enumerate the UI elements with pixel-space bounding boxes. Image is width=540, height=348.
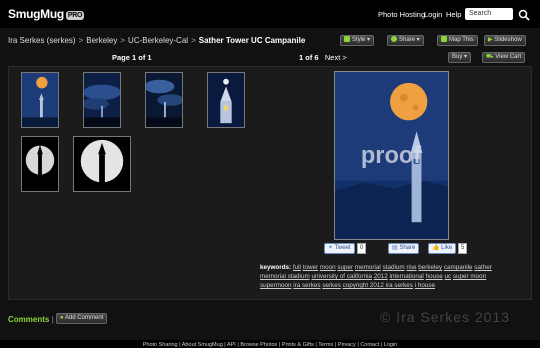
like-button[interactable]: 👍 Like [428,243,457,254]
slideshow-button[interactable]: ▶ Slideshow [484,35,526,46]
share-social-icon: ▤ [392,245,398,251]
next-link[interactable]: Next > [325,53,347,62]
buy-label: Buy [452,54,463,60]
thumbnail-moon-tower-1[interactable] [21,72,59,128]
breadcrumb-current: Sather Tower UC Campanile [198,36,306,45]
thumbnail-silhouette-moon-1[interactable] [21,136,59,192]
breadcrumb-sep: > [191,36,196,45]
help-link[interactable]: Help [446,10,461,19]
footer-link[interactable]: About SmugMug [182,342,223,348]
map-label: Map This [449,37,474,43]
search-input[interactable]: Search [465,8,513,20]
image-position: 1 of 6 Next > [299,53,347,62]
comments-divider: | [51,315,54,324]
keyword[interactable]: campanile [444,264,473,271]
like-label: Like [441,245,453,251]
main-photo[interactable]: proof [334,71,449,240]
breadcrumb-user[interactable]: Ira Serkes (serkes) [8,36,76,45]
footer-link[interactable]: Photo Sharing [143,342,178,348]
pin-icon [441,36,447,42]
cart-icon: ⛟ [486,54,494,60]
view-cart-label: View Cart [495,54,522,60]
breadcrumb-uc-berkeley[interactable]: UC-Berkeley-Cal [128,36,188,45]
thumbnail-tower-lit[interactable] [207,72,245,128]
keyword[interactable]: super [337,264,353,271]
footer-link[interactable]: Contact [360,342,379,348]
keyword[interactable]: i house [415,282,435,289]
comments-label: Comments [8,315,50,324]
logo-text: SmugMug [8,7,64,21]
keyword[interactable]: full [293,264,301,271]
share-icon [391,36,397,42]
twitter-icon: ✦ [328,245,334,251]
tweet-count: 0 [357,243,367,254]
keywords-block: keywords: full tower moon super memorial… [260,263,510,290]
position-text: 1 of 6 [299,53,319,62]
keyword[interactable]: rise [406,264,416,271]
photo-hosting-link[interactable]: Photo Hosting [378,10,425,19]
keyword[interactable]: stadium [383,264,405,271]
view-cart-button[interactable]: ⛟ View Cart [482,52,526,63]
share-social-label: Share [399,245,416,251]
login-link[interactable]: Login [424,10,442,19]
keyword[interactable]: supermoon [260,282,292,289]
page-label: Page 1 of 1 [112,53,152,62]
thumbnail-tower-clouds-1[interactable] [83,72,121,128]
pro-badge: PRO [65,11,85,20]
keyword[interactable]: tower [303,264,318,271]
thumbnail-silhouette-moon-2[interactable] [73,136,131,192]
slideshow-label: Slideshow [494,37,522,43]
keyword[interactable]: international [390,273,424,280]
keyword[interactable]: sather [474,264,492,271]
grid-icon [344,36,350,42]
style-label: Style [352,37,366,43]
keyword[interactable]: memorial stadium [260,273,310,280]
breadcrumb-berkeley[interactable]: Berkeley [86,36,117,45]
breadcrumb: Ira Serkes (serkes) > Berkeley > UC-Berkeley… [8,36,305,45]
keyword[interactable]: 2012 [374,273,388,280]
top-bar: SmugMug PRO Photo Hosting Login Help Sear… [0,0,540,28]
footer-link[interactable]: Privacy [338,342,356,348]
keyword[interactable]: ira serkes [293,282,320,289]
smugmug-logo[interactable]: SmugMug PRO [8,7,85,21]
keyword[interactable]: moon [320,264,336,271]
like-count: 5 [458,243,468,254]
copyright-watermark: © Ira Serkes 2013 [380,309,511,325]
play-icon: ▶ [488,37,493,43]
footer-link[interactable]: Browse Photos [240,342,277,348]
comments-heading: Comments | [8,315,54,324]
keyword[interactable]: university of california [311,273,372,280]
share-button[interactable]: Share ▾ [387,35,424,46]
breadcrumb-sep: > [120,36,126,45]
footer-link[interactable]: Login [384,342,397,348]
thumbnail-tower-clouds-2[interactable] [145,72,183,128]
share-social-button[interactable]: ▤ Share [388,243,420,254]
add-comment-label: Add Comment [64,315,104,321]
add-comment-button[interactable]: ● Add Comment [56,313,108,324]
speech-bubble-icon: ● [60,315,64,321]
keyword[interactable]: super moon [453,273,486,280]
keyword[interactable]: uc [445,273,452,280]
breadcrumb-sep: > [78,36,84,45]
search-icon[interactable] [518,8,530,21]
keyword[interactable]: berkeley [418,264,442,271]
style-button[interactable]: Style ▾ [340,35,375,46]
proof-watermark: proof [361,143,421,169]
footer-link[interactable]: Terms [318,342,333,348]
keyword[interactable]: memorial [355,264,381,271]
keywords-label: keywords: [260,264,292,271]
thumbs-up-icon: 👍 [432,245,440,251]
tweet-label: Tweet [334,245,351,251]
footer: Photo Sharing | About SmugMug | API | Br… [0,340,540,348]
share-label: Share [399,37,416,43]
keyword[interactable]: serkes [322,282,341,289]
tweet-button[interactable]: ✦ Tweet [324,243,355,254]
footer-link[interactable]: Prints & Gifts [282,342,314,348]
map-this-button[interactable]: Map This [437,35,478,46]
footer-link[interactable]: API [227,342,236,348]
keyword[interactable]: house [426,273,443,280]
keyword[interactable]: copyright 2012 ira serkes [343,282,413,289]
buy-button[interactable]: Buy ▾ [448,52,472,63]
